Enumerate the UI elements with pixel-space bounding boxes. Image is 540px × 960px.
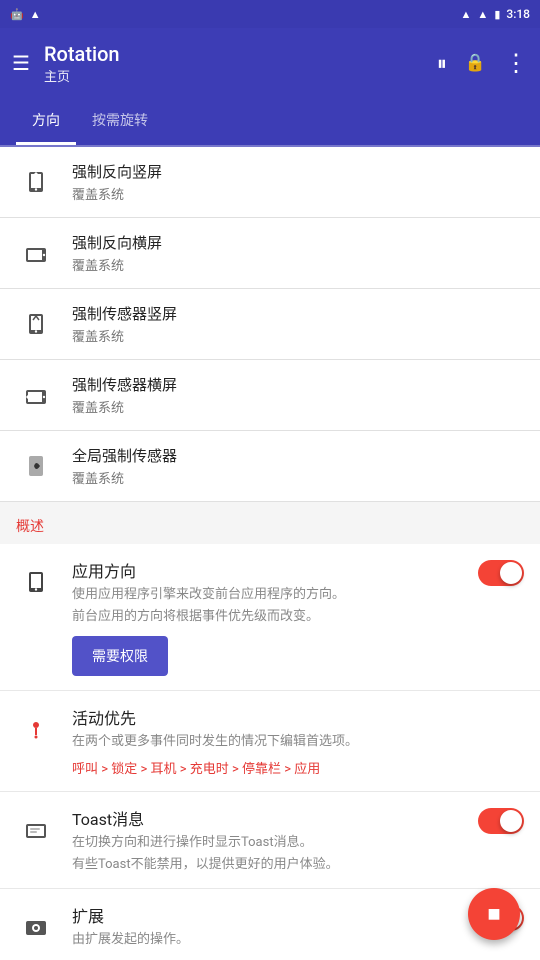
section-header-overview: 概述 [0,502,540,544]
app-direction-toggle[interactable] [478,560,524,586]
tab-gesture-rotation[interactable]: 按需旋转 [76,98,164,145]
battery-icon: ▮ [494,8,500,21]
settings-item-activity-priority[interactable]: 活动优先 在两个或更多事件同时发生的情况下编辑首选项。 呼叫 > 锁定 > 耳机… [0,691,540,791]
fab-button[interactable]: ■ [468,888,520,940]
extension-icon [16,907,56,947]
fab-icon: ■ [487,901,500,927]
settings-item-app-direction[interactable]: 应用方向 使用应用程序引擎来改变前台应用程序的方向。 前台应用的方向将根据事件优… [0,544,540,691]
tab-direction[interactable]: 方向 [16,98,76,145]
app-title: Rotation [44,42,120,66]
tab-bar: 方向 按需旋转 [0,98,540,147]
item-icon-reverse-portrait [16,162,56,202]
app-bar-title: Rotation 主页 [44,42,120,85]
android-icon: 🤖 [10,8,24,21]
app-bar-actions: ⏸ 🔒 ⋮ [437,49,528,77]
priority-links[interactable]: 呼叫 > 锁定 > 耳机 > 充电时 > 停靠栏 > 应用 [72,758,524,777]
item-icon-sensor-landscape [16,375,56,415]
app-subtitle: 主页 [44,66,120,85]
toast-icon [16,810,56,850]
list-item[interactable]: 全局强制传感器 覆盖系统 [0,431,540,502]
content-area: 强制反向竖屏 覆盖系统 强制反向横屏 覆盖系统 [0,147,540,960]
list-item[interactable]: 强制反向竖屏 覆盖系统 [0,147,540,218]
status-bar: 🤖 ▲ ▲ ▲ ▮ 3:18 [0,0,540,28]
settings-item-extension[interactable]: 扩展 由扩展发起的操作。 [0,889,540,960]
status-bar-left: 🤖 ▲ [10,8,41,21]
toggle-toast[interactable] [478,808,524,834]
toast-toggle[interactable] [478,808,524,834]
menu-icon[interactable]: ☰ [12,51,30,75]
time-display: 3:18 [506,7,530,21]
item-text-reverse-portrait: 强制反向竖屏 覆盖系统 [72,161,524,203]
item-text-global-sensor: 全局强制传感器 覆盖系统 [72,445,524,487]
app-bar-left: ☰ Rotation 主页 [12,42,120,85]
wifi-icon: ▲ [461,8,472,21]
notification-icon: ▲ [30,8,41,21]
item-icon-sensor-portrait [16,304,56,344]
lock-button[interactable]: 🔒 [465,53,486,73]
toast-body: Toast消息 在切换方向和进行操作时显示Toast消息。 有些Toast不能禁… [72,806,466,874]
item-text-sensor-portrait: 强制传感器竖屏 覆盖系统 [72,303,524,345]
item-text-reverse-landscape: 强制反向横屏 覆盖系统 [72,232,524,274]
app-direction-body: 应用方向 使用应用程序引擎来改变前台应用程序的方向。 前台应用的方向将根据事件优… [72,558,466,676]
item-icon-reverse-landscape [16,233,56,273]
extension-body: 扩展 由扩展发起的操作。 [72,903,466,949]
pause-button[interactable]: ⏸ [437,51,447,75]
item-icon-global-sensor [16,446,56,486]
permission-button[interactable]: 需要权限 [72,636,168,676]
activity-priority-body: 活动优先 在两个或更多事件同时发生的情况下编辑首选项。 呼叫 > 锁定 > 耳机… [72,705,524,776]
app-direction-icon [16,562,56,602]
app-bar: ☰ Rotation 主页 ⏸ 🔒 ⋮ [0,28,540,98]
list-item[interactable]: 强制传感器竖屏 覆盖系统 [0,289,540,360]
toggle-app-direction[interactable] [478,560,524,586]
more-options-button[interactable]: ⋮ [504,49,528,77]
signal-icon: ▲ [477,8,488,21]
status-bar-right: ▲ ▲ ▮ 3:18 [461,7,530,21]
activity-priority-icon [16,709,56,749]
settings-item-toast[interactable]: Toast消息 在切换方向和进行操作时显示Toast消息。 有些Toast不能禁… [0,792,540,889]
list-item[interactable]: 强制反向横屏 覆盖系统 [0,218,540,289]
list-item[interactable]: 强制传感器横屏 覆盖系统 [0,360,540,431]
item-text-sensor-landscape: 强制传感器横屏 覆盖系统 [72,374,524,416]
